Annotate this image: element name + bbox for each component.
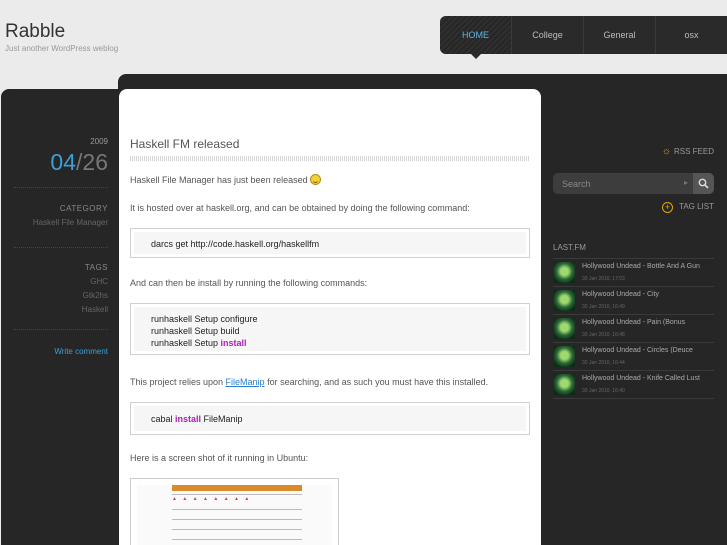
track-date: 30 Jan 2010, 16:40 xyxy=(582,388,625,394)
list-item[interactable]: Hollywood Undead - Knife Called Lust 30 … xyxy=(553,371,714,399)
search-box: ▸ xyxy=(553,173,714,194)
paragraph-text: This project relies upon xyxy=(130,377,226,387)
code-line: runhaskell Setup configure xyxy=(151,314,258,324)
category-heading: CATEGORY xyxy=(59,204,108,213)
track-date: 30 Jan 2010, 16:49 xyxy=(582,304,625,310)
smiley-icon xyxy=(309,174,321,185)
code-keyword: install xyxy=(175,414,202,424)
track-date: 30 Jan 2010, 16:48 xyxy=(582,332,625,338)
meta-divider xyxy=(14,247,108,248)
post-paragraph: And can then be install by running the f… xyxy=(130,278,368,288)
screenshot-titlebar xyxy=(172,485,302,491)
title-rule xyxy=(130,156,529,161)
post-year: 2009 xyxy=(90,137,108,146)
screenshot-line xyxy=(172,539,302,540)
ubuntu-screenshot-image[interactable]: ▲ ▲ ▲ ▲ ▲ ▲ ▲ ▲ xyxy=(130,478,339,545)
album-thumbnail xyxy=(554,346,575,367)
track-title: Hollywood Undead - Knife Called Lust xyxy=(582,375,700,382)
track-title: Hollywood Undead - City xyxy=(582,291,660,298)
album-thumbnail xyxy=(554,290,575,311)
lastfm-heading: LAST.FM xyxy=(553,243,586,252)
nav-item-home[interactable]: HOME xyxy=(440,16,512,54)
tag-link-gtk2hs[interactable]: Gtk2hs xyxy=(83,291,108,300)
code-line: runhaskell Setup build xyxy=(151,326,240,336)
meta-divider xyxy=(14,329,108,330)
code-text: FileManip xyxy=(201,414,243,424)
code-block: runhaskell Setup configure runhaskell Se… xyxy=(130,303,530,355)
list-item[interactable]: Hollywood Undead - Circles (Deuce 30 Jan… xyxy=(553,343,714,371)
code-text: runhaskell Setup xyxy=(151,338,221,348)
write-comment-link[interactable]: Write comment xyxy=(54,347,108,356)
lastfm-track-list: Hollywood Undead - Bottle And A Gun 30 J… xyxy=(553,258,714,399)
meta-divider xyxy=(14,187,108,188)
rss-feed-link[interactable]: ☼ RSS FEED xyxy=(662,146,714,157)
filemanip-link[interactable]: FileManip xyxy=(226,377,265,387)
category-link[interactable]: Haskell File Manager xyxy=(33,218,108,227)
code-block: cabal install FileManip xyxy=(130,402,530,435)
tags-heading: TAGS xyxy=(84,263,108,272)
screenshot-line xyxy=(172,519,302,520)
paragraph-text: for searching, and as such you must have… xyxy=(264,377,489,387)
rss-label: RSS FEED xyxy=(673,147,714,156)
album-thumbnail xyxy=(554,262,575,283)
post-date: 04/26 xyxy=(50,149,108,175)
track-title: Hollywood Undead - Pain (Bonus xyxy=(582,319,686,326)
album-thumbnail xyxy=(554,374,575,395)
post-paragraph: Haskell File Manager has just been relea… xyxy=(130,174,321,185)
screenshot-line xyxy=(172,509,302,510)
post-title[interactable]: Haskell FM released xyxy=(130,137,239,151)
tag-link-ghc[interactable]: GHC xyxy=(90,277,108,286)
nav-item-osx[interactable]: osx xyxy=(656,16,727,54)
code-text: cabal xyxy=(151,414,176,424)
main-nav: HOME College General osx xyxy=(440,16,727,54)
rss-icon: ☼ xyxy=(661,146,671,157)
screenshot-line xyxy=(172,529,302,530)
tag-list-label: TAG LIST xyxy=(679,202,714,211)
chevron-right-icon: ▸ xyxy=(684,178,689,187)
list-item[interactable]: Hollywood Undead - Bottle And A Gun 30 J… xyxy=(553,259,714,287)
post-paragraph: This project relies upon FileManip for s… xyxy=(130,377,488,387)
screenshot-line xyxy=(172,494,302,495)
nav-item-general[interactable]: General xyxy=(584,16,656,54)
post-month: 04 xyxy=(50,149,77,175)
search-input[interactable] xyxy=(553,173,691,194)
track-date: 30 Jan 2010, 17:03 xyxy=(582,276,625,282)
plus-icon: + xyxy=(662,202,674,213)
code-line: darcs get http://code.haskell.org/haskel… xyxy=(151,239,320,249)
code-line: cabal install FileManip xyxy=(151,413,529,425)
list-item[interactable]: Hollywood Undead - City 30 Jan 2010, 16:… xyxy=(553,287,714,315)
site-tagline: Just another WordPress weblog xyxy=(5,44,119,53)
search-icon xyxy=(698,178,709,189)
track-title: Hollywood Undead - Bottle And A Gun xyxy=(582,263,700,270)
site-title[interactable]: Rabble xyxy=(5,21,65,43)
track-date: 30 Jan 2010, 16:44 xyxy=(582,360,625,366)
code-line: runhaskell Setup install xyxy=(151,337,529,349)
tag-list-link[interactable]: + TAG LIST xyxy=(662,202,714,213)
nav-item-college[interactable]: College xyxy=(512,16,584,54)
screenshot-content: ▲ ▲ ▲ ▲ ▲ ▲ ▲ ▲ xyxy=(137,485,332,545)
post-content: Haskell FM released Haskell File Manager… xyxy=(119,89,541,545)
code-block: darcs get http://code.haskell.org/haskel… xyxy=(130,228,530,258)
track-title: Hollywood Undead - Circles (Deuce xyxy=(582,347,693,354)
album-thumbnail xyxy=(554,318,575,339)
nav-active-pointer xyxy=(471,54,481,59)
post-paragraph: Here is a screen shot of it running in U… xyxy=(130,453,309,463)
post-day: 26 xyxy=(82,149,108,175)
paragraph-text: Haskell File Manager has just been relea… xyxy=(130,175,308,185)
post-paragraph: It is hosted over at haskell.org, and ca… xyxy=(130,203,470,213)
search-button[interactable] xyxy=(693,173,714,194)
code-keyword: install xyxy=(220,338,247,348)
screenshot-toolbar-icons: ▲ ▲ ▲ ▲ ▲ ▲ ▲ ▲ xyxy=(172,496,252,502)
tag-link-haskell[interactable]: Haskell xyxy=(82,305,108,314)
list-item[interactable]: Hollywood Undead - Pain (Bonus 30 Jan 20… xyxy=(553,315,714,343)
